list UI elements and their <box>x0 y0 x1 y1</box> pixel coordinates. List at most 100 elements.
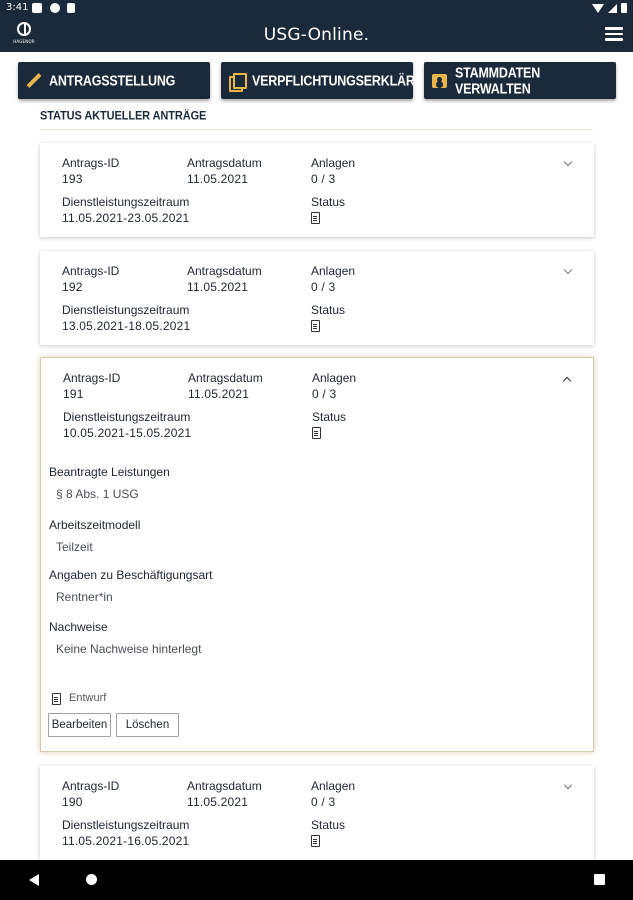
antrags-id-value: 191 <box>63 387 84 401</box>
antragsdatum-field: Antragsdatum 11.05.2021 <box>187 155 262 187</box>
anlagen-label: Anlagen <box>311 779 356 793</box>
document-icon <box>52 693 61 705</box>
anlagen-label: Anlagen <box>311 156 356 170</box>
zeitraum-field: Dienstleistungszeitraum 13.05.2021-18.05… <box>62 302 190 334</box>
zeitraum-value: 10.05.2021-15.05.2021 <box>63 426 192 440</box>
verpflichtungserklaerung-label: Verpflichtungserklärung <box>252 72 442 89</box>
nachweise-value: Keine Nachweise hinterlegt <box>56 642 202 656</box>
verpflichtungserklaerung-button[interactable]: Verpflichtungserklärung <box>221 62 442 99</box>
status-field: Status <box>311 817 345 851</box>
menu-icon[interactable] <box>605 27 623 41</box>
delete-button[interactable]: Löschen <box>116 713 179 737</box>
antrag-card-expanded[interactable]: Antrags-ID 191 Antragsdatum 11.05.2021 A… <box>40 357 594 752</box>
zeitraum-value: 11.05.2021-16.05.2021 <box>62 834 190 848</box>
pencil-icon <box>26 73 42 89</box>
antrags-id-field: Antrags-ID 191 <box>63 370 120 402</box>
zeitraum-value: 13.05.2021-18.05.2021 <box>62 319 191 333</box>
back-icon[interactable] <box>29 874 39 886</box>
system-navigation-bar <box>0 860 633 900</box>
antragsdatum-label: Antragsdatum <box>187 779 262 793</box>
leistungen-value: § 8 Abs. 1 USG <box>56 487 139 501</box>
notification-icon <box>32 3 42 13</box>
chevron-up-icon[interactable] <box>561 374 575 384</box>
anlagen-value: 0 / 3 <box>312 387 337 401</box>
antragsdatum-value: 11.05.2021 <box>187 172 249 186</box>
antrags-id-field: Antrags-ID 192 <box>62 263 119 295</box>
antrags-id-label: Antrags-ID <box>63 371 121 385</box>
wifi-icon <box>592 3 604 13</box>
status-label: Status <box>311 195 346 209</box>
antrag-card[interactable]: Antrags-ID 193 Antragsdatum 11.05.2021 A… <box>40 143 594 237</box>
notification-icon <box>50 3 60 13</box>
antrags-id-value: 193 <box>62 172 83 186</box>
chevron-down-icon[interactable] <box>562 267 576 277</box>
nachweise-label: Nachweise <box>49 620 108 634</box>
document-icon <box>311 212 320 224</box>
system-status-bar: 3:41 <box>0 0 633 17</box>
signal-icon <box>608 3 617 13</box>
antragsstellung-label: Antragsstellung <box>49 72 176 89</box>
anlagen-value: 0 / 3 <box>311 280 336 294</box>
chevron-down-icon[interactable] <box>562 159 576 169</box>
beschaeftigung-value: Rentner*in <box>56 590 113 604</box>
antragsdatum-value: 11.05.2021 <box>188 387 250 401</box>
anlagen-field: Anlagen 0 / 3 <box>312 370 356 402</box>
app-title: USG-Online. <box>263 25 370 45</box>
antrags-id-field: Antrags-ID 193 <box>62 155 119 187</box>
status-label: Status <box>311 303 346 317</box>
antragsdatum-value: 11.05.2021 <box>187 795 249 809</box>
antragsstellung-button[interactable]: Antragsstellung <box>18 62 210 99</box>
status-field: Status <box>312 409 346 443</box>
stammdaten-label: Stammdaten verwalten <box>455 64 541 97</box>
beschaeftigung-label: Angaben zu Beschäftigungsart <box>49 568 213 582</box>
zeitraum-label: Dienstleistungszeitraum <box>62 303 190 317</box>
anlagen-value: 0 / 3 <box>311 795 336 809</box>
anlagen-label: Anlagen <box>312 371 357 385</box>
stammdaten-button[interactable]: Stammdaten verwalten <box>424 62 616 99</box>
antrags-id-field: Antrags-ID 190 <box>62 778 119 810</box>
antragsdatum-label: Antragsdatum <box>187 264 262 278</box>
document-icon <box>311 835 320 847</box>
antrags-id-label: Antrags-ID <box>62 156 120 170</box>
arbeitszeit-label: Arbeitszeitmodell <box>49 518 141 532</box>
document-icon <box>311 320 320 332</box>
battery-icon <box>621 3 627 13</box>
zeitraum-label: Dienstleistungszeitraum <box>62 818 190 832</box>
anlagen-value: 0 / 3 <box>311 172 336 186</box>
zeitraum-label: Dienstleistungszeitraum <box>63 410 191 424</box>
antrags-id-value: 192 <box>62 280 83 294</box>
antragsdatum-field: Antragsdatum 11.05.2021 <box>188 370 263 402</box>
draft-status: Entwurf <box>52 691 106 705</box>
app-bar: HAGENOR USG-Online. <box>0 17 633 52</box>
status-label: Status <box>312 410 347 424</box>
home-icon[interactable] <box>86 874 97 885</box>
notification-icon <box>67 3 75 13</box>
status-label: Status <box>311 818 346 832</box>
anlagen-field: Anlagen 0 / 3 <box>311 263 355 295</box>
divider <box>40 129 593 130</box>
edit-button[interactable]: Bearbeiten <box>48 713 111 737</box>
antrags-id-label: Antrags-ID <box>62 264 120 278</box>
antrags-id-label: Antrags-ID <box>62 779 120 793</box>
contact-card-icon <box>432 73 448 89</box>
antrags-id-value: 190 <box>62 795 83 809</box>
status-field: Status <box>311 194 345 228</box>
antragsdatum-label: Antragsdatum <box>188 371 263 385</box>
anlagen-field: Anlagen 0 / 3 <box>311 155 355 187</box>
recent-apps-icon[interactable] <box>594 874 605 885</box>
antrag-card[interactable]: Antrags-ID 190 Antragsdatum 11.05.2021 A… <box>40 766 594 860</box>
draft-status-label: Entwurf <box>69 692 107 704</box>
zeitraum-value: 11.05.2021-23.05.2021 <box>62 211 190 225</box>
antrag-card[interactable]: Antrags-ID 192 Antragsdatum 11.05.2021 A… <box>40 251 594 345</box>
antragsdatum-value: 11.05.2021 <box>187 280 249 294</box>
leistungen-label: Beantragte Leistungen <box>49 465 170 479</box>
copy-icon <box>229 72 247 92</box>
zeitraum-field: Dienstleistungszeitraum 11.05.2021-16.05… <box>62 817 189 849</box>
chevron-down-icon[interactable] <box>562 782 576 792</box>
zeitraum-field: Dienstleistungszeitraum 10.05.2021-15.05… <box>63 409 191 441</box>
section-heading: Status aktueller Anträge <box>40 109 207 123</box>
clock: 3:41 <box>6 2 29 13</box>
anlagen-field: Anlagen 0 / 3 <box>311 778 355 810</box>
anlagen-label: Anlagen <box>311 264 356 278</box>
status-field: Status <box>311 302 345 336</box>
